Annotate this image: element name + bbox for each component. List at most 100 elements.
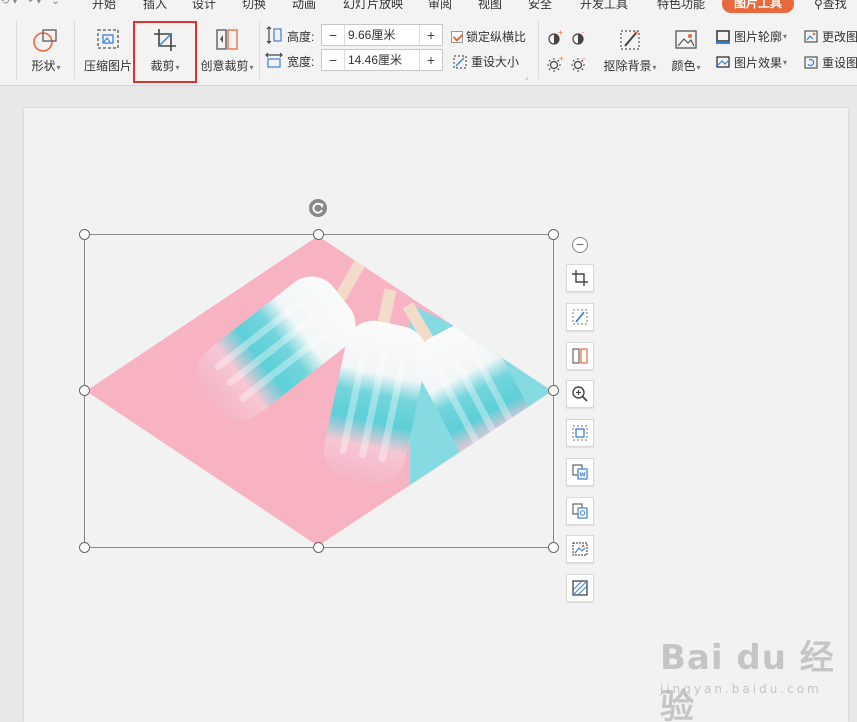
zoom-in-icon: [572, 386, 588, 402]
ribbon-divider: [74, 21, 75, 79]
creative-crop-icon: [216, 29, 238, 50]
tab-start[interactable]: 开始: [92, 0, 116, 12]
increase-contrast-icon[interactable]: +: [546, 29, 564, 47]
resize-handle-top-left[interactable]: [79, 229, 90, 240]
compress-image-label: 压缩图片: [83, 59, 132, 73]
baidu-jingyan-watermark: Bai du 经验 jingyan.baidu.com: [660, 630, 857, 722]
change-image-label: 更改图: [822, 30, 857, 44]
tab-slideshow[interactable]: 幻灯片放映: [343, 0, 403, 12]
chevron-down-icon: ▾: [652, 63, 657, 72]
lock-aspect-ratio-label: 锁定纵横比: [466, 30, 527, 44]
width-input[interactable]: 14.46厘米: [344, 50, 420, 70]
tab-insert[interactable]: 插入: [143, 0, 167, 12]
remove-background-button[interactable]: 抠除背景▾: [600, 27, 660, 74]
crop-button-highlight: [133, 21, 197, 83]
creative-crop-button[interactable]: 创意裁剪▾: [198, 27, 256, 74]
dialog-launcher-icon[interactable]: ⌟: [525, 73, 528, 81]
tab-design[interactable]: 设计: [192, 0, 216, 12]
width-stepper[interactable]: − 14.46厘米 +: [321, 49, 443, 71]
tab-special[interactable]: 特色功能: [657, 0, 705, 12]
tab-transition[interactable]: 切换: [242, 0, 266, 12]
svg-text:+: +: [558, 29, 563, 37]
crop-icon: [572, 270, 588, 286]
tab-animation[interactable]: 动画: [292, 0, 316, 12]
change-image-icon: [804, 29, 818, 43]
chevron-down-icon: ▾: [783, 32, 788, 41]
shape-button[interactable]: 形状▾: [26, 27, 66, 74]
search-label: 查找: [822, 0, 847, 11]
watermark-logo-text: Bai du 经验: [660, 638, 835, 722]
height-increase-button[interactable]: +: [420, 25, 442, 45]
picture-outline-button[interactable]: 图片轮廓 ▾: [715, 28, 787, 45]
side-change-image-button[interactable]: [566, 535, 594, 563]
side-remove-background-button[interactable]: [566, 303, 594, 331]
creative-crop-label: 创意裁剪: [200, 59, 249, 73]
resize-handle-bottom-right[interactable]: [548, 542, 559, 553]
decrease-brightness-icon[interactable]: -: [570, 55, 588, 73]
tab-developer[interactable]: 开发工具: [580, 0, 628, 12]
collapse-toolbar-button[interactable]: −: [572, 237, 588, 253]
picture-outline-label: 图片轮廓: [734, 30, 783, 44]
image-color-icon: [675, 30, 697, 49]
side-zoom-button[interactable]: [566, 380, 594, 408]
color-button[interactable]: 颜色▾: [668, 27, 704, 74]
lock-aspect-ratio-checkbox[interactable]: 锁定纵横比: [451, 28, 526, 45]
side-image-to-word-button[interactable]: [566, 458, 594, 486]
tab-review[interactable]: 审阅: [428, 0, 452, 12]
height-decrease-button[interactable]: −: [322, 25, 344, 45]
reset-image-button[interactable]: 重设图: [803, 54, 857, 71]
width-label: 宽度:: [287, 55, 315, 69]
chevron-down-icon: ▾: [696, 63, 701, 72]
resize-handle-top[interactable]: [313, 229, 324, 240]
tab-security[interactable]: 安全: [528, 0, 552, 12]
height-input[interactable]: 9.66厘米: [344, 25, 420, 45]
svg-text:+: +: [559, 55, 564, 63]
wps-presentation-window: ⟲ ▾ ↷ ▾ ⌄ 开始 插入 设计 切换 动画 幻灯片放映 审阅 视图 安全 …: [0, 0, 857, 722]
height-stepper[interactable]: − 9.66厘米 +: [321, 24, 443, 46]
shape-label: 形状: [31, 59, 56, 73]
resize-handle-right[interactable]: [548, 385, 559, 396]
chevron-down-icon: ▾: [783, 58, 788, 67]
rotate-icon: [312, 202, 324, 214]
search-button[interactable]: ⚲查找: [814, 0, 847, 12]
remove-background-icon: [572, 309, 588, 325]
image-selection-frame[interactable]: [84, 234, 554, 548]
resize-handle-bottom[interactable]: [313, 542, 324, 553]
increase-brightness-icon[interactable]: +: [546, 55, 564, 73]
width-icon: [265, 52, 283, 68]
side-image-to-text-button[interactable]: [566, 497, 594, 525]
decrease-contrast-icon[interactable]: -: [570, 29, 588, 47]
width-increase-button[interactable]: +: [420, 50, 442, 70]
resize-handle-top-right[interactable]: [548, 229, 559, 240]
chevron-down-icon: ▾: [249, 63, 254, 72]
resize-handle-bottom-left[interactable]: [79, 542, 90, 553]
remove-background-icon: [620, 30, 640, 50]
picture-outline-icon: [716, 29, 730, 44]
compress-image-button[interactable]: 压缩图片: [82, 27, 134, 74]
watermark-url: jingyan.baidu.com: [660, 682, 822, 696]
tab-picture-tools[interactable]: 图片工具: [722, 0, 795, 13]
picture-tools-ribbon: 形状▾ 压缩图片 裁剪▾ 创意裁剪▾ 高度: − 9.66厘米 + 宽度: − …: [0, 13, 857, 86]
transparency-icon: [572, 580, 588, 596]
color-label: 颜色: [671, 59, 696, 73]
side-compress-button[interactable]: [566, 419, 594, 447]
picture-effects-icon: [716, 55, 730, 68]
side-creative-crop-button[interactable]: [566, 342, 594, 370]
chevron-down-icon: ▾: [56, 63, 61, 72]
change-image-icon: [572, 542, 588, 556]
tab-view[interactable]: 视图: [478, 0, 502, 12]
ribbon-divider: [16, 21, 17, 79]
svg-text:-: -: [583, 55, 586, 63]
width-decrease-button[interactable]: −: [322, 50, 344, 70]
reset-size-button[interactable]: 重设大小: [452, 53, 519, 70]
resize-handle-left[interactable]: [79, 385, 90, 396]
picture-effects-button[interactable]: 图片效果 ▾: [715, 54, 787, 71]
quick-access-toolbar[interactable]: ⟲ ▾ ↷ ▾ ⌄: [0, 0, 60, 7]
image-to-document-icon: [572, 464, 588, 480]
change-image-button[interactable]: 更改图: [803, 28, 857, 45]
side-crop-button[interactable]: [566, 264, 594, 292]
compress-image-icon: [572, 425, 588, 441]
rotate-handle[interactable]: [309, 199, 327, 217]
ribbon-tab-bar: ⟲ ▾ ↷ ▾ ⌄ 开始 插入 设计 切换 动画 幻灯片放映 审阅 视图 安全 …: [0, 0, 857, 13]
side-transparency-button[interactable]: [566, 574, 594, 602]
